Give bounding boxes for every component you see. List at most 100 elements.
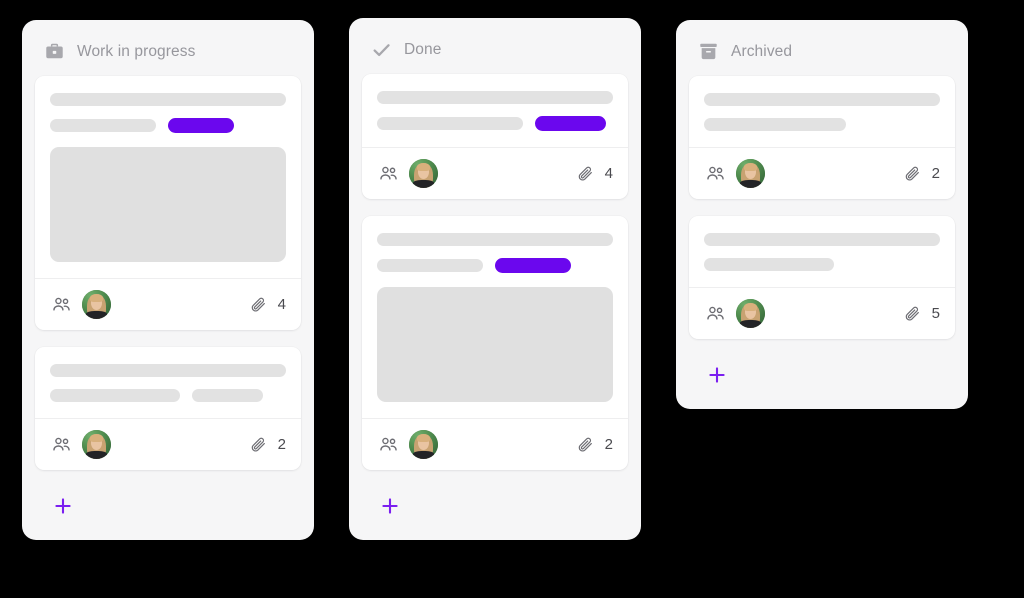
paperclip-icon[interactable] bbox=[250, 295, 269, 314]
card-members bbox=[50, 290, 111, 319]
card-members bbox=[50, 430, 111, 459]
card-line-row bbox=[377, 116, 613, 131]
placeholder-bar bbox=[377, 233, 613, 246]
image-placeholder bbox=[50, 147, 286, 262]
card-body bbox=[362, 74, 628, 147]
task-card[interactable]: 2 bbox=[362, 216, 628, 470]
card-footer: 5 bbox=[689, 287, 955, 339]
card-footer: 2 bbox=[35, 418, 301, 470]
people-icon[interactable] bbox=[377, 163, 399, 185]
card-members bbox=[377, 430, 438, 459]
card-line-row bbox=[704, 233, 940, 246]
attachment-count: 2 bbox=[604, 436, 613, 453]
task-card[interactable]: 2 bbox=[35, 347, 301, 470]
image-placeholder bbox=[377, 287, 613, 402]
add-card-button[interactable] bbox=[46, 489, 80, 523]
placeholder-bar bbox=[50, 389, 180, 402]
column-archived: Archived 2 5 bbox=[676, 20, 968, 409]
avatar[interactable] bbox=[409, 430, 438, 459]
placeholder-bar bbox=[704, 118, 846, 131]
avatar[interactable] bbox=[409, 159, 438, 188]
add-card-button[interactable] bbox=[700, 358, 734, 392]
task-card[interactable]: 5 bbox=[689, 216, 955, 339]
card-line-row bbox=[377, 258, 613, 273]
tag-chip[interactable] bbox=[168, 118, 235, 133]
avatar[interactable] bbox=[736, 159, 765, 188]
people-icon[interactable] bbox=[704, 163, 726, 185]
paperclip-icon[interactable] bbox=[904, 164, 923, 183]
card-body bbox=[362, 216, 628, 418]
placeholder-bar bbox=[377, 117, 524, 130]
card-body bbox=[35, 76, 301, 278]
column-header: Archived bbox=[676, 20, 955, 76]
avatar[interactable] bbox=[736, 299, 765, 328]
attachment-count: 2 bbox=[931, 165, 940, 182]
avatar[interactable] bbox=[82, 430, 111, 459]
people-icon[interactable] bbox=[50, 434, 72, 456]
card-line-row bbox=[50, 93, 286, 106]
task-card[interactable]: 4 bbox=[35, 76, 301, 330]
placeholder-bar bbox=[377, 259, 484, 272]
kanban-board: Work in progress 4 2 Done 4 2 Archived 2… bbox=[0, 0, 1024, 598]
column-title: Work in progress bbox=[77, 42, 196, 60]
people-icon[interactable] bbox=[704, 303, 726, 325]
column-work-in-progress: Work in progress 4 2 bbox=[22, 20, 314, 540]
card-line-row bbox=[704, 118, 940, 131]
placeholder-bar bbox=[704, 258, 834, 271]
card-footer: 4 bbox=[35, 278, 301, 330]
card-attachments: 2 bbox=[577, 435, 613, 454]
tag-chip[interactable] bbox=[535, 116, 607, 131]
column-title: Done bbox=[404, 40, 442, 58]
card-members bbox=[377, 159, 438, 188]
attachment-count: 2 bbox=[277, 436, 286, 453]
avatar[interactable] bbox=[82, 290, 111, 319]
tag-chip[interactable] bbox=[495, 258, 571, 273]
task-card[interactable]: 2 bbox=[689, 76, 955, 199]
card-members bbox=[704, 299, 765, 328]
briefcase-icon bbox=[44, 41, 65, 62]
column-title: Archived bbox=[731, 42, 793, 60]
paperclip-icon[interactable] bbox=[577, 164, 596, 183]
placeholder-bar bbox=[191, 389, 263, 402]
placeholder-bar bbox=[704, 93, 940, 106]
column-header: Done bbox=[349, 18, 628, 74]
card-line-row bbox=[377, 91, 613, 104]
card-line-row bbox=[50, 389, 286, 402]
placeholder-bar bbox=[377, 91, 613, 104]
column-done: Done 4 2 bbox=[349, 18, 641, 540]
card-body bbox=[35, 347, 301, 418]
attachment-count: 5 bbox=[931, 305, 940, 322]
card-attachments: 2 bbox=[904, 164, 940, 183]
paperclip-icon[interactable] bbox=[250, 435, 269, 454]
placeholder-bar bbox=[704, 233, 940, 246]
card-attachments: 4 bbox=[250, 295, 286, 314]
archive-box-icon bbox=[698, 41, 719, 62]
card-body bbox=[689, 76, 955, 147]
card-line-row bbox=[50, 118, 286, 133]
placeholder-bar bbox=[50, 364, 286, 377]
card-footer: 2 bbox=[689, 147, 955, 199]
card-footer: 2 bbox=[362, 418, 628, 470]
card-line-row bbox=[50, 364, 286, 377]
card-line-row bbox=[704, 93, 940, 106]
card-list: 2 5 bbox=[689, 76, 955, 356]
card-list: 4 2 bbox=[362, 74, 628, 487]
people-icon[interactable] bbox=[50, 294, 72, 316]
card-list: 4 2 bbox=[35, 76, 301, 487]
people-icon[interactable] bbox=[377, 434, 399, 456]
attachment-count: 4 bbox=[277, 296, 286, 313]
card-footer: 4 bbox=[362, 147, 628, 199]
paperclip-icon[interactable] bbox=[577, 435, 596, 454]
card-line-row bbox=[377, 233, 613, 246]
task-card[interactable]: 4 bbox=[362, 74, 628, 199]
card-attachments: 5 bbox=[904, 304, 940, 323]
paperclip-icon[interactable] bbox=[904, 304, 923, 323]
card-attachments: 4 bbox=[577, 164, 613, 183]
card-attachments: 2 bbox=[250, 435, 286, 454]
card-body bbox=[689, 216, 955, 287]
attachment-count: 4 bbox=[604, 165, 613, 182]
placeholder-bar bbox=[50, 119, 157, 132]
add-card-button[interactable] bbox=[373, 489, 407, 523]
placeholder-bar bbox=[50, 93, 286, 106]
card-line-row bbox=[704, 258, 940, 271]
